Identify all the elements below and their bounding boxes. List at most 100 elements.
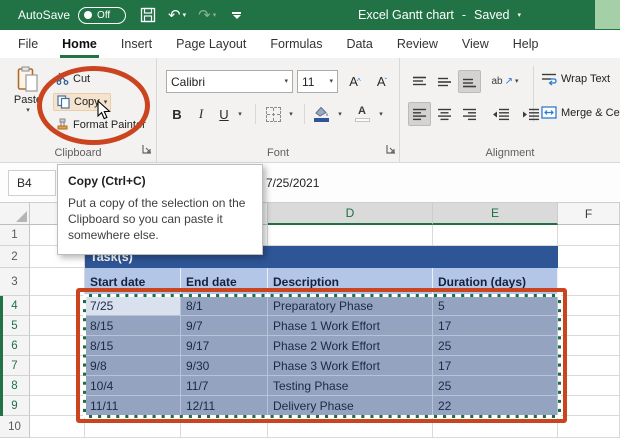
- decrease-indent-button[interactable]: [488, 102, 514, 126]
- font-group-label: Font: [266, 147, 289, 159]
- column-header-e[interactable]: E: [433, 203, 558, 225]
- row-header-6[interactable]: 6: [0, 336, 30, 356]
- autosave-state: Off: [97, 9, 111, 21]
- font-divider-2: [304, 104, 305, 124]
- font-color-button[interactable]: A: [350, 102, 374, 126]
- font-size-combo[interactable]: 11 ▾: [297, 70, 338, 93]
- undo-icon: ↶: [168, 6, 181, 24]
- grow-font-button[interactable]: A ^: [342, 70, 368, 93]
- tab-formulas[interactable]: Formulas: [258, 30, 334, 58]
- autosave-toggle[interactable]: Off: [78, 6, 127, 24]
- annotation-rectangle: [76, 288, 567, 423]
- tab-home[interactable]: Home: [50, 30, 109, 58]
- italic-button[interactable]: I: [191, 102, 211, 126]
- fill-color-dropdown-caret[interactable]: ▾: [334, 102, 346, 126]
- borders-button[interactable]: [262, 104, 284, 124]
- tab-help[interactable]: Help: [501, 30, 551, 58]
- alignment-group: ab ↗ ▾ Wrap Text Merge & Ce Alignment: [400, 58, 620, 162]
- cell-d1[interactable]: [268, 225, 433, 246]
- cell-f3[interactable]: [558, 268, 620, 296]
- save-button[interactable]: [140, 7, 156, 23]
- row-header-4[interactable]: 4: [0, 296, 30, 316]
- font-group: Calibri ▾ 11 ▾ A ^ Aˇ B I U ▾ ▾ ▾ A ▾ Fo…: [157, 58, 400, 162]
- undo-button[interactable]: ↶ ▾: [168, 8, 186, 23]
- font-name-combo[interactable]: Calibri ▾: [166, 70, 293, 93]
- cell-f1[interactable]: [558, 225, 620, 246]
- font-divider-1: [255, 104, 256, 124]
- wrap-text-button[interactable]: Wrap Text: [541, 72, 610, 86]
- orientation-dropdown-caret[interactable]: ▾: [515, 78, 519, 85]
- cell-f10[interactable]: [558, 416, 620, 438]
- formula-bar-value[interactable]: 7/25/2021: [266, 163, 319, 203]
- row-header-7[interactable]: 7: [0, 356, 30, 376]
- tab-insert[interactable]: Insert: [109, 30, 164, 58]
- tooltip-title: Copy (Ctrl+C): [68, 174, 146, 188]
- orientation-arrow-icon: ↗: [504, 76, 513, 87]
- align-center-button[interactable]: [433, 102, 456, 126]
- tab-page-layout[interactable]: Page Layout: [164, 30, 258, 58]
- cell-f4[interactable]: [558, 296, 620, 316]
- select-all-button[interactable]: [0, 203, 30, 225]
- fill-color-button[interactable]: [309, 102, 333, 126]
- row-header-10[interactable]: 10: [0, 416, 30, 438]
- tab-data[interactable]: Data: [334, 30, 384, 58]
- cell-f7[interactable]: [558, 356, 620, 376]
- customize-qat-button[interactable]: [232, 11, 242, 19]
- tab-review[interactable]: Review: [385, 30, 450, 58]
- annotation-circle: [37, 66, 150, 145]
- cell-f9[interactable]: [558, 396, 620, 416]
- align-left-button[interactable]: [408, 102, 431, 126]
- font-name-value: Calibri: [171, 74, 206, 89]
- selected-rows-edge-indicator: [0, 296, 3, 416]
- bottom-align-button[interactable]: [458, 70, 481, 93]
- redo-dropdown-caret: ▾: [212, 11, 217, 19]
- save-status-dropdown-caret[interactable]: ▾: [518, 12, 522, 19]
- row-header-5[interactable]: 5: [0, 316, 30, 336]
- borders-dropdown-caret[interactable]: ▾: [285, 102, 297, 126]
- paste-icon: [17, 66, 38, 92]
- row-header-3[interactable]: 3: [0, 268, 30, 296]
- font-size-caret[interactable]: ▾: [329, 78, 333, 85]
- redo-button[interactable]: ↷ ▾: [198, 8, 216, 23]
- alignment-group-label: Alignment: [485, 147, 535, 159]
- orientation-ab: ab: [491, 76, 503, 87]
- row-header-2[interactable]: 2: [0, 246, 30, 268]
- name-box[interactable]: B4: [8, 170, 56, 196]
- underline-dropdown-caret[interactable]: ▾: [234, 102, 246, 126]
- excel-window: AutoSave Off ↶ ▾ ↷ ▾ Excel Gantt chart -…: [0, 0, 620, 443]
- shrink-font-button[interactable]: Aˇ: [369, 70, 395, 93]
- middle-align-button[interactable]: [433, 70, 456, 93]
- cell-f6[interactable]: [558, 336, 620, 356]
- merge-center-button[interactable]: Merge & Center: [541, 106, 620, 119]
- clipboard-dialog-launcher[interactable]: [142, 144, 153, 155]
- account-avatar-fragment[interactable]: [595, 0, 620, 29]
- top-align-button[interactable]: [408, 70, 431, 93]
- cell-f2[interactable]: [558, 246, 620, 268]
- cell-f5[interactable]: [558, 316, 620, 336]
- mouse-cursor: [97, 100, 111, 120]
- merge-center-label: Merge & Center: [561, 106, 620, 119]
- orientation-button[interactable]: ab ↗ ▾: [488, 70, 522, 93]
- column-header-f[interactable]: F: [558, 203, 620, 225]
- font-dialog-launcher[interactable]: [386, 144, 397, 155]
- toggle-knob: [84, 11, 93, 19]
- align-right-button[interactable]: [458, 102, 481, 126]
- row-header-9[interactable]: 9: [0, 396, 30, 416]
- row-header-1[interactable]: 1: [0, 225, 30, 246]
- font-color-dropdown-caret[interactable]: ▾: [375, 102, 387, 126]
- paste-dropdown-caret[interactable]: ▾: [26, 107, 30, 114]
- tab-file[interactable]: File: [6, 30, 50, 58]
- cell-e1[interactable]: [433, 225, 558, 246]
- row-header-8[interactable]: 8: [0, 376, 30, 396]
- cell-f8[interactable]: [558, 376, 620, 396]
- column-header-d[interactable]: D: [268, 203, 433, 225]
- title-separator: -: [461, 8, 467, 22]
- undo-dropdown-caret[interactable]: ▾: [183, 12, 187, 19]
- title-bar: AutoSave Off ↶ ▾ ↷ ▾ Excel Gantt chart -…: [0, 0, 620, 30]
- underline-button[interactable]: U: [214, 102, 234, 126]
- tab-view[interactable]: View: [450, 30, 501, 58]
- font-size-value: 11: [302, 74, 315, 89]
- font-name-caret[interactable]: ▾: [284, 78, 288, 85]
- bold-button[interactable]: B: [166, 102, 188, 126]
- document-title: Excel Gantt chart - Saved ▾: [358, 0, 521, 30]
